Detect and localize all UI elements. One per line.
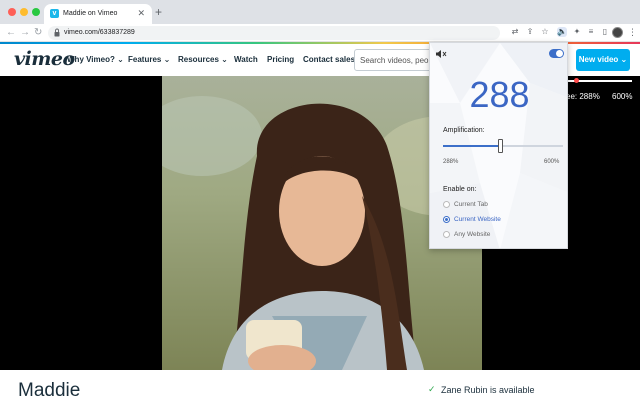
volume-booster-extension-icon[interactable]: 🔈 xyxy=(557,27,567,37)
puzzle-extensions-icon[interactable]: ✦ xyxy=(572,27,582,37)
nav-pricing[interactable]: Pricing xyxy=(267,55,294,65)
lock-icon xyxy=(54,28,60,37)
range-min-label: 288% xyxy=(443,159,459,165)
amplification-label: Amplification: xyxy=(443,127,485,134)
speed-current-label: ee: 288% xyxy=(566,92,600,101)
volume-booster-popup: 288 Amplification: 288% 600% Enable on: … xyxy=(429,42,568,249)
new-tab-button[interactable]: + xyxy=(155,5,162,19)
forward-arrow-icon[interactable]: → xyxy=(20,26,30,40)
radio-button[interactable] xyxy=(443,231,450,238)
more-menu-icon[interactable]: ⋮ xyxy=(628,26,637,39)
reload-icon[interactable]: ↻ xyxy=(34,26,42,40)
enable-on-label: Enable on: xyxy=(443,186,477,193)
volume-value: 288 xyxy=(469,74,530,115)
availability-text[interactable]: Zane Rubin is available xyxy=(441,384,535,396)
option-label: Current Tab xyxy=(454,201,488,208)
new-video-button[interactable]: New video ⌄ xyxy=(576,49,630,71)
range-max-label: 600% xyxy=(544,159,560,165)
sidebar-icon[interactable]: ▯ xyxy=(600,27,610,37)
vimeo-favicon-icon: v xyxy=(50,9,59,18)
translate-icon[interactable]: ⇄ xyxy=(510,27,520,37)
maximize-window-button[interactable] xyxy=(32,8,40,16)
search-input[interactable]: Search videos, people... xyxy=(354,49,436,71)
mute-speaker-icon[interactable] xyxy=(435,49,447,59)
video-title: Maddie xyxy=(18,380,81,401)
playlist-icon[interactable]: ≡ xyxy=(586,27,596,37)
share-icon[interactable]: ⇪ xyxy=(525,27,535,37)
close-window-button[interactable] xyxy=(8,8,16,16)
nav-why-vimeo[interactable]: Why Vimeo? ⌄ xyxy=(67,55,124,65)
tab-title: Maddie on Vimeo xyxy=(63,10,118,17)
amplification-slider-thumb[interactable] xyxy=(497,139,503,153)
tab-strip: v Maddie on Vimeo ✕ + xyxy=(0,0,640,24)
check-icon: ✓ xyxy=(428,384,436,394)
address-bar[interactable]: vimeo.com/633837289 xyxy=(48,26,500,40)
nav-resources[interactable]: Resources ⌄ xyxy=(178,55,228,65)
search-placeholder: Search videos, people... xyxy=(360,56,435,65)
toggle-knob xyxy=(556,50,563,57)
radio-button[interactable] xyxy=(443,216,450,223)
radio-button[interactable] xyxy=(443,201,450,208)
bookmark-star-icon[interactable]: ☆ xyxy=(540,27,550,37)
nav-watch[interactable]: Watch xyxy=(234,55,258,65)
speed-scrubber-knob[interactable] xyxy=(574,78,579,83)
speed-max-label: 600% xyxy=(612,92,633,101)
minimize-window-button[interactable] xyxy=(20,8,28,16)
browser-toolbar: ← → ↻ vimeo.com/633837289 ⇄ ⇪ ☆ 🔈 ✦ ≡ ▯ … xyxy=(0,24,640,42)
vimeo-logo[interactable]: vimeo xyxy=(14,48,75,70)
tab-close-icon[interactable]: ✕ xyxy=(137,8,145,19)
enable-toggle[interactable] xyxy=(549,49,564,58)
profile-avatar[interactable] xyxy=(612,27,623,38)
nav-features[interactable]: Features ⌄ xyxy=(128,55,170,65)
video-details: Maddie ✓ Zane Rubin is available xyxy=(0,370,640,401)
browser-tab[interactable]: v Maddie on Vimeo ✕ xyxy=(44,4,152,24)
nav-contact-sales[interactable]: Contact sales xyxy=(303,55,355,65)
url-text: vimeo.com/633837289 xyxy=(64,29,135,36)
option-label: Any Website xyxy=(454,231,491,238)
amplification-slider[interactable] xyxy=(443,139,563,153)
back-arrow-icon[interactable]: ← xyxy=(6,26,16,40)
amplification-slider-fill xyxy=(443,145,501,147)
option-label: Current Website xyxy=(454,216,501,223)
